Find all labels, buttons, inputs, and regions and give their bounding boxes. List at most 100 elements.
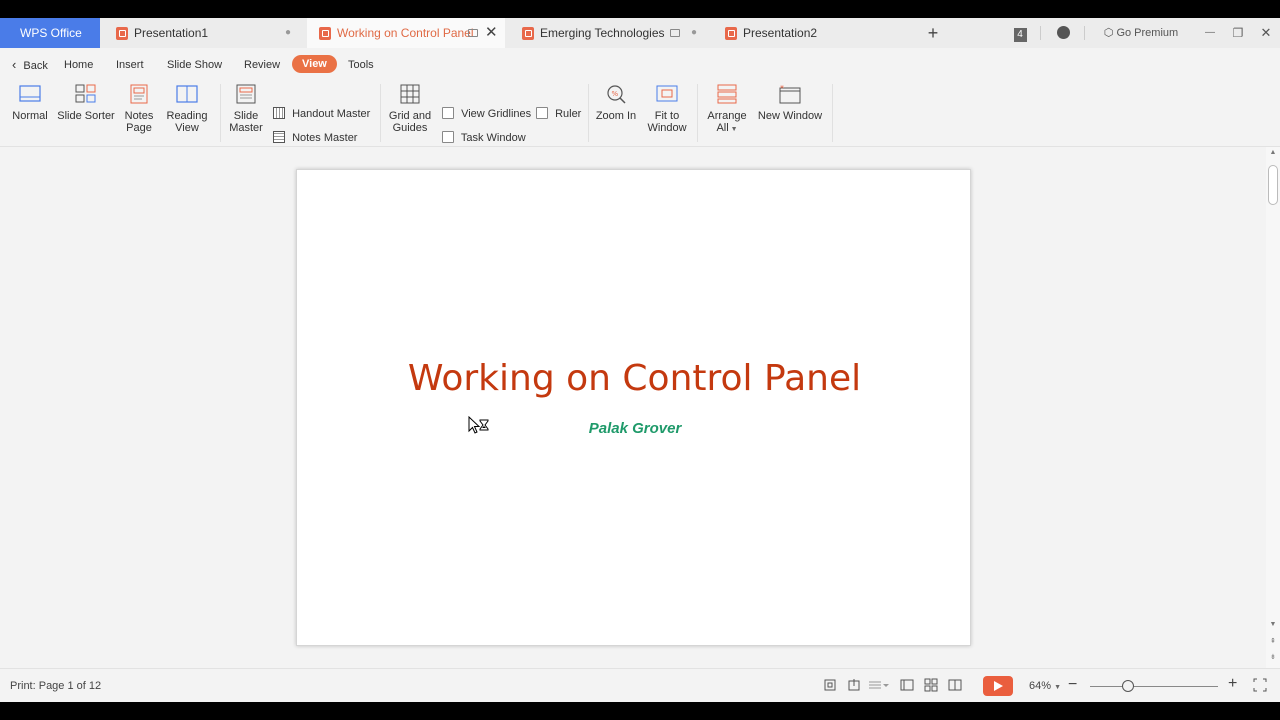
reading-view-label-2: View	[175, 122, 199, 134]
normal-label: Normal	[12, 110, 48, 122]
reading-view-status-icon[interactable]	[948, 678, 962, 692]
ruler-checkbox[interactable]: Ruler	[536, 106, 581, 122]
tab-label: Presentation2	[743, 26, 818, 40]
presentation-file-icon	[319, 27, 331, 40]
tab-presentation1[interactable]: Presentation1 ●	[104, 18, 302, 48]
zoom-in-label: Zoom In	[595, 110, 637, 122]
ribbon-divider	[588, 84, 589, 142]
grid-and-guides-label-2: Guides	[392, 122, 428, 134]
zoom-level-dropdown[interactable]: 64% ▼	[1029, 680, 1061, 692]
notes-master-icon	[273, 131, 285, 143]
export-icon[interactable]	[847, 678, 861, 692]
menu-tools[interactable]: Tools	[348, 56, 374, 74]
checkbox-icon	[442, 131, 454, 143]
scroll-down-icon[interactable]: ▼	[1266, 621, 1280, 628]
slide-title[interactable]: Working on Control Panel	[297, 358, 972, 399]
user-avatar[interactable]	[1053, 18, 1073, 48]
tab-emerging-technologies[interactable]: Emerging Technologies ●	[510, 18, 708, 48]
view-ribbon: Normal Slide Sorter Notes Page Reading V…	[0, 80, 1280, 146]
zoom-level-value: 64%	[1029, 680, 1052, 692]
monitor-icon	[468, 29, 478, 37]
slide-subtitle[interactable]: Palak Grover	[297, 420, 972, 437]
go-premium-button[interactable]: ⬡ Go Premium	[1098, 18, 1184, 48]
arrange-all-label-2-row: All ▼	[704, 122, 750, 136]
grid-icon	[399, 84, 421, 104]
fit-to-window-button[interactable]: Fit to Window	[644, 84, 690, 134]
notes-page-icon	[128, 84, 150, 104]
fit-to-window-label-2: Window	[647, 122, 687, 134]
grid-and-guides-label-1: Grid and	[388, 110, 432, 122]
status-bar: Print: Page 1 of 12 64% ▼ − +	[0, 668, 1280, 702]
ruler-label: Ruler	[555, 108, 582, 120]
slide-canvas[interactable]: Working on Control Panel Palak Grover	[296, 169, 971, 646]
vertical-scrollbar[interactable]: ▲ ▼ ⇞ ⇟	[1266, 147, 1280, 669]
ribbon-divider	[220, 84, 221, 142]
close-tab-icon[interactable]: ✕	[485, 18, 498, 48]
reading-view-label-1: Reading	[166, 110, 208, 122]
menu-home[interactable]: Home	[64, 56, 93, 74]
normal-view-status-icon[interactable]	[900, 678, 914, 692]
tab-count-value: 4	[1013, 28, 1027, 42]
arrange-all-label-2: All	[716, 122, 729, 134]
dropdown-arrow-icon: ▼	[728, 126, 738, 133]
reading-view-icon	[176, 84, 198, 104]
tab-presentation2[interactable]: Presentation2	[713, 18, 911, 48]
slide-master-button[interactable]: Slide Master	[226, 84, 266, 134]
fit-to-window-label-1: Fit to	[654, 110, 680, 122]
play-slideshow-button[interactable]	[983, 676, 1013, 696]
notes-toggle-icon[interactable]	[868, 678, 890, 692]
menu-insert[interactable]: Insert	[116, 56, 144, 74]
notes-page-button[interactable]: Notes Page	[120, 84, 158, 134]
arrange-all-label-1: Arrange	[707, 110, 747, 122]
restore-icon[interactable]: ❐	[1228, 18, 1248, 48]
zoom-slider[interactable]	[1090, 686, 1218, 687]
tab-count-badge[interactable]: 4	[1010, 18, 1030, 48]
ribbon-divider	[380, 84, 381, 142]
zoom-out-icon[interactable]: −	[1068, 676, 1077, 694]
minimize-icon[interactable]: —	[1200, 18, 1220, 48]
close-window-icon[interactable]: ✕	[1256, 18, 1276, 48]
new-tab-icon[interactable]: +	[922, 18, 944, 48]
next-slide-icon[interactable]: ⇟	[1266, 653, 1280, 661]
grid-and-guides-button[interactable]: Grid and Guides	[386, 84, 434, 134]
ribbon-divider	[832, 84, 833, 142]
arrange-all-button[interactable]: Arrange All ▼	[704, 84, 750, 136]
slide-workspace: Working on Control Panel Palak Grover ▲ …	[0, 146, 1280, 669]
new-window-button[interactable]: * New Window	[755, 84, 825, 122]
menu-view[interactable]: View	[292, 55, 337, 73]
fit-window-icon	[656, 84, 678, 104]
slide-sorter-button[interactable]: Slide Sorter	[56, 84, 116, 122]
fullscreen-icon[interactable]	[1253, 678, 1267, 692]
zoom-in-plus-icon[interactable]: +	[1228, 675, 1237, 693]
view-gridlines-label: View Gridlines	[461, 108, 532, 120]
handout-master-label: Handout Master	[292, 108, 371, 120]
zoom-in-button[interactable]: % Zoom In	[594, 84, 638, 122]
scroll-up-icon[interactable]: ▲	[1266, 149, 1280, 156]
protect-icon[interactable]	[823, 678, 837, 692]
prev-slide-icon[interactable]: ⇞	[1266, 637, 1280, 645]
task-window-checkbox[interactable]: Task Window	[442, 130, 526, 146]
zoom-slider-handle[interactable]	[1122, 680, 1135, 692]
slide-sorter-status-icon[interactable]	[924, 678, 938, 692]
normal-view-icon	[19, 84, 41, 104]
scroll-thumb[interactable]	[1268, 165, 1278, 205]
handout-master-button[interactable]: Handout Master	[273, 106, 370, 122]
back-button[interactable]: ‹ Back	[12, 56, 48, 74]
normal-view-button[interactable]: Normal	[8, 84, 52, 122]
reading-view-button[interactable]: Reading View	[163, 84, 211, 134]
new-window-icon: *	[779, 84, 801, 104]
menu-review[interactable]: Review	[244, 56, 280, 74]
unsaved-dot-icon: ●	[285, 27, 292, 38]
slide-sorter-icon	[75, 84, 97, 104]
ribbon-divider	[697, 84, 698, 142]
tab-working-on-control-panel[interactable]: Working on Control Panel ✕	[307, 18, 505, 48]
go-premium-label: Go Premium	[1116, 27, 1179, 39]
avatar-icon	[1056, 26, 1070, 39]
presentation-file-icon	[116, 27, 128, 40]
menu-slide-show[interactable]: Slide Show	[167, 56, 222, 74]
notes-master-button[interactable]: Notes Master	[273, 130, 357, 146]
wps-office-tab[interactable]: WPS Office	[0, 18, 100, 48]
view-gridlines-checkbox[interactable]: View Gridlines	[442, 106, 531, 122]
presentation-file-icon	[725, 27, 737, 40]
print-page-info: Print: Page 1 of 12	[10, 680, 102, 692]
